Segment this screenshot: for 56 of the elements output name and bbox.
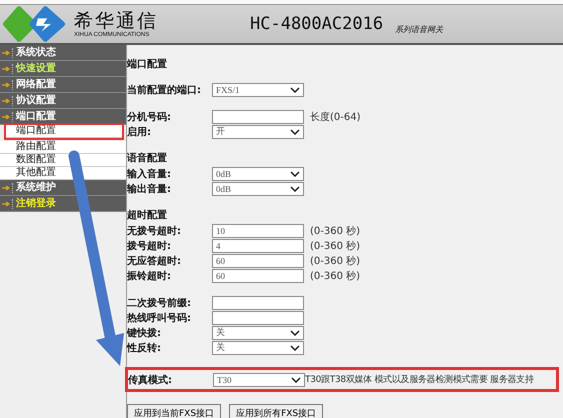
section-heading: 端口配置	[127, 58, 168, 72]
caret-icon	[290, 128, 300, 134]
field-hint: T30跟T38双媒体 模式以及服务器检测模式需要 服务器支持	[305, 374, 534, 386]
submenu-item[interactable]: 路由配置	[0, 141, 126, 154]
field-hint: 长度(0-64)	[310, 110, 360, 124]
input-field[interactable]: 4	[212, 238, 304, 252]
brand-name: 希华通信	[74, 10, 158, 32]
field-label: 当前配置的端口:	[127, 84, 202, 96]
section-heading: 超时配置	[127, 208, 168, 223]
field-label: 无拨号超时:	[127, 224, 182, 238]
arrow-icon	[2, 98, 10, 104]
field-hint: (0-360 秒)	[310, 240, 360, 252]
model-title: HC-4800AC2016	[250, 14, 384, 34]
input-field[interactable]	[212, 110, 304, 124]
submenu-item[interactable]: 端口配置	[6, 125, 122, 138]
dropdown[interactable]: 开	[212, 124, 304, 138]
dropdown[interactable]: T30	[213, 372, 305, 386]
field-label: 启用:	[127, 125, 152, 138]
caret-icon	[290, 86, 300, 92]
field-hint: (0-360 秒)	[310, 270, 360, 282]
dropdown[interactable]: FXS/1	[212, 82, 304, 96]
field-label: 输入音量:	[127, 167, 172, 180]
field-label: 二次拨号前缀:	[127, 296, 192, 310]
dropdown[interactable]: 0dB	[212, 182, 304, 196]
field-label: 无应答超时:	[127, 254, 182, 268]
arrow-icon	[2, 82, 10, 88]
input-field[interactable]	[212, 310, 304, 324]
apply-button[interactable]: 应用到当前FXS接口	[127, 404, 222, 418]
caret-icon	[291, 376, 301, 382]
field-hint: (0-360 秒)	[310, 224, 360, 238]
field-label: 键快拨:	[127, 326, 162, 340]
submenu-item[interactable]: 其他配置	[0, 167, 126, 180]
field-label: 振铃超时:	[127, 270, 172, 282]
input-field[interactable]: 60	[212, 254, 304, 268]
field-label: 性反转:	[127, 342, 162, 354]
arrow-icon	[2, 50, 10, 56]
dropdown[interactable]: 关	[212, 326, 304, 340]
arrow-icon	[2, 200, 10, 206]
submenu-item[interactable]: 数图配置	[0, 154, 126, 167]
input-field[interactable]	[212, 296, 304, 310]
field-label: 输出音量:	[127, 182, 172, 196]
section-heading: 语音配置	[127, 151, 168, 166]
model-subtitle: 系列语音网关	[395, 24, 444, 34]
field-label: 拨号超时:	[127, 240, 172, 252]
arrow-icon	[2, 66, 10, 72]
dropdown[interactable]: 关	[212, 340, 304, 354]
field-label: 传真模式:	[128, 374, 173, 386]
input-field[interactable]: 60	[212, 268, 304, 282]
dropdown[interactable]: 0dB	[212, 166, 304, 180]
field-label: 分机号码:	[127, 110, 172, 124]
arrow-icon	[2, 114, 10, 120]
arrow-icon	[2, 184, 10, 190]
field-label: 热线呼叫号码:	[127, 312, 192, 324]
apply-button[interactable]: 应用到所有FXS接口	[229, 404, 324, 418]
input-field[interactable]: 10	[212, 224, 304, 238]
field-hint: (0-360 秒)	[310, 254, 360, 268]
